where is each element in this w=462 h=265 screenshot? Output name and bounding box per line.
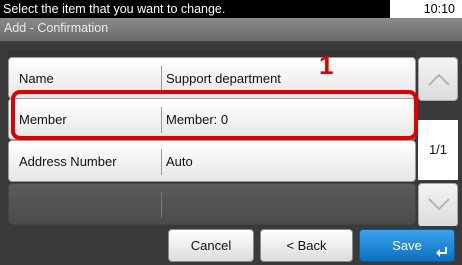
back-button[interactable]: < Back [260, 229, 353, 262]
divider [161, 149, 162, 175]
cancel-button[interactable]: Cancel [168, 229, 254, 262]
clock: 10:10 [390, 0, 462, 18]
callout-number: 1 [319, 50, 334, 80]
highlight-box [11, 90, 418, 140]
title-bar: Add - Confirmation [0, 18, 462, 42]
row-address-number[interactable]: Address Number Auto [8, 140, 416, 182]
divider [161, 192, 162, 218]
chevron-down-icon [428, 198, 450, 211]
page-title: Add - Confirmation [4, 21, 109, 35]
row-value: Auto [166, 154, 193, 169]
bottom-bar: Cancel < Back Save [0, 226, 462, 265]
divider [161, 66, 162, 92]
row-label: Name [19, 71, 54, 86]
scroll-up-button[interactable] [418, 57, 458, 101]
row-label: Address Number [19, 154, 117, 169]
status-message: Select the item that you want to change. [3, 2, 226, 16]
chevron-up-icon [428, 73, 450, 86]
enter-icon [436, 247, 447, 257]
scroll-down-button[interactable] [418, 183, 458, 227]
row-value: Support department [166, 71, 281, 86]
page-indicator: 1/1 [418, 120, 458, 180]
status-bar: Select the item that you want to change.… [0, 0, 462, 18]
row-empty [8, 183, 416, 225]
screen: Select the item that you want to change.… [0, 0, 462, 265]
save-label: Save [392, 238, 422, 253]
save-button[interactable]: Save [359, 229, 455, 262]
